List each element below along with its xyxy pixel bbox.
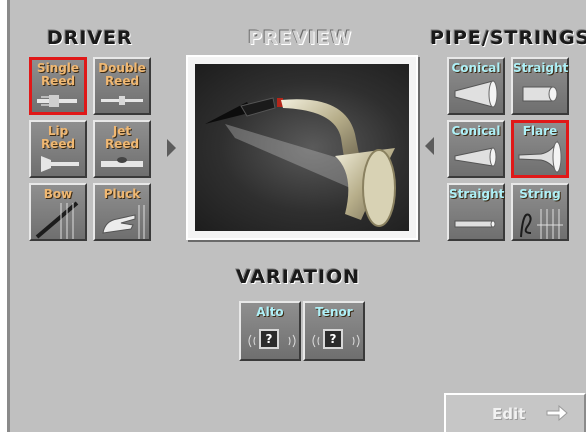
pipe-flare-label: Flare: [522, 124, 558, 138]
driver-bow-button[interactable]: Bow: [29, 183, 87, 241]
preview-image: [195, 64, 409, 231]
conical-pipe-icon: [454, 80, 498, 108]
window-frame-shadow: [7, 0, 10, 432]
pipe-conical-button[interactable]: Conical: [447, 57, 505, 115]
flare-pipe-icon: [518, 140, 562, 174]
edit-button-label: Edit: [492, 405, 526, 423]
preview-panel: [186, 55, 418, 240]
conical-pipe-small-icon: [454, 147, 497, 167]
edit-button[interactable]: Edit: [444, 393, 586, 432]
pipe-straight-button[interactable]: Straight: [511, 57, 569, 115]
pluck-hand-icon: [102, 205, 145, 239]
pipe-straight-2-button[interactable]: Straight: [447, 183, 505, 241]
straight-pipe-icon: [522, 86, 558, 102]
pipe-conical-2-label: Conical: [451, 124, 501, 138]
pipe-conical-2-button[interactable]: Conical: [447, 120, 505, 178]
variation-alto-button[interactable]: Alto ?: [239, 301, 301, 361]
string-icon: [520, 209, 563, 239]
window-frame-left: [0, 0, 7, 432]
saxophone-preview-icon: [205, 97, 396, 227]
driver-pluck-label: Pluck: [103, 187, 141, 201]
alto-unknown-box-icon: ?: [259, 329, 279, 349]
preview-heading: PREVIEW: [248, 27, 353, 49]
strings-string-label: String: [519, 187, 561, 201]
pipe-straight-label: Straight: [513, 61, 569, 75]
variation-heading: VARIATION: [236, 266, 361, 288]
driver-jet-reed-button[interactable]: Jet Reed: [93, 120, 151, 178]
bow-icon: [35, 201, 79, 239]
double-reed-icon: [101, 96, 143, 105]
variation-tenor-button[interactable]: Tenor ?: [303, 301, 365, 361]
variation-alto-label: Alto: [256, 305, 284, 319]
driver-heading: DRIVER: [47, 27, 133, 49]
driver-pluck-button[interactable]: Pluck: [93, 183, 151, 241]
pipe-conical-label: Conical: [451, 61, 501, 75]
strings-string-button[interactable]: String: [511, 183, 569, 241]
driver-double-reed-button[interactable]: Double Reed: [93, 57, 151, 115]
pipe-flare-button[interactable]: Flare: [511, 120, 569, 178]
straight-thin-pipe-icon: [454, 220, 496, 228]
jet-reed-icon: [101, 157, 143, 167]
pipe-straight-2-label: Straight: [449, 187, 505, 201]
pipe-to-preview-arrow-icon: [425, 137, 434, 155]
driver-lip-reed-button[interactable]: Lip Reed: [29, 120, 87, 178]
driver-single-reed-button[interactable]: Single Reed: [29, 57, 87, 115]
single-reed-icon: [37, 95, 77, 107]
driver-to-preview-arrow-icon: [167, 139, 176, 157]
arrow-right-icon: [546, 405, 568, 421]
variation-tenor-label: Tenor: [315, 305, 353, 319]
tenor-unknown-box-icon: ?: [323, 329, 343, 349]
pipe-strings-heading: PIPE/STRINGS: [430, 27, 586, 49]
lip-reed-icon: [41, 156, 79, 172]
